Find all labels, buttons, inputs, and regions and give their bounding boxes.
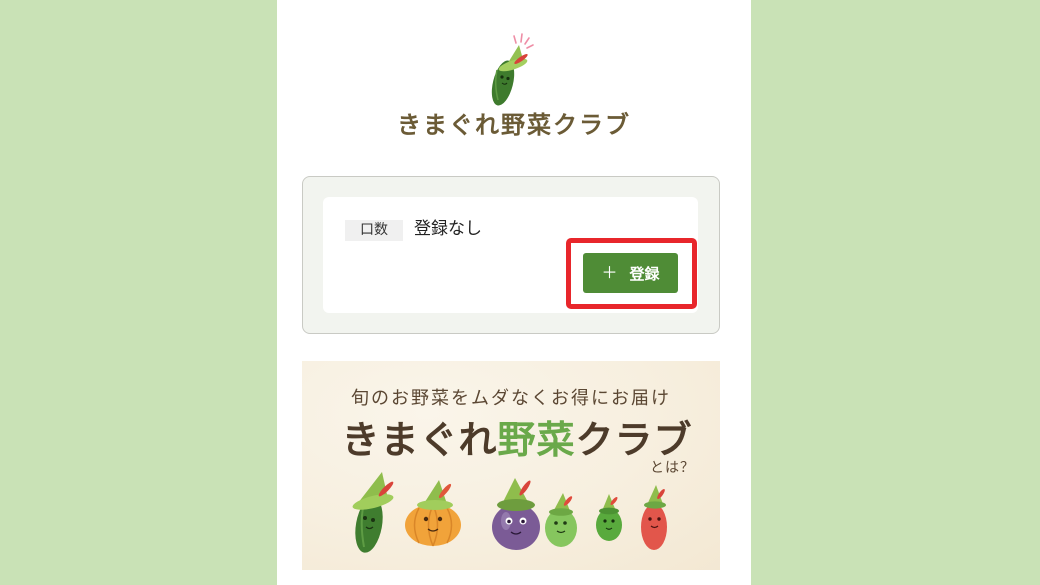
pumpkin-body [405,504,461,546]
eggplant-left-pupil [507,519,511,524]
register-button-label: 登録 [629,264,660,283]
sparkle-line [526,44,534,49]
small-pepper-hat-brim [599,507,619,515]
sparkle-lines [513,33,534,49]
banner-tagline: 旬のお野菜をムダなくお得にお届け [351,388,671,409]
plus-icon: ＋ [601,263,618,282]
red-pepper-right-eye [657,517,661,521]
register-button[interactable]: ＋ 登録 [583,253,678,293]
cucumber-left-eye [363,516,367,520]
eggplant-hat-brim [497,499,535,511]
pumpkin-hat-brim [417,500,453,510]
site-logo-link[interactable]: きまぐれ野菜クラブ [277,28,751,144]
banner-title-part: クラブ [575,418,693,462]
eggplant-right-pupil [521,519,525,524]
subscription-card-body: 口数 登録なし ＋ 登録 [323,197,698,313]
cucumber-right-eye [371,518,375,522]
red-pepper-hat-brim [644,501,666,509]
about-banner[interactable]: 旬のお野菜をムダなくお得にお届け きまぐれ野菜クラブ とは？ [302,361,720,570]
brand-name: きまぐれ野菜クラブ [397,111,631,139]
pumpkin-left-eye [423,516,429,522]
page: きまぐれ野菜クラブ 口数 登録なし ＋ 登録 旬のお野菜をムダなくお得にお届け … [0,0,1040,585]
cucumber-mascot-icon [491,33,534,106]
left-eye [500,75,504,79]
banner-title-suffix: とは？ [650,460,695,476]
small-pepper-left-eye [603,519,607,523]
right-eye [506,76,510,81]
subscription-card: 口数 登録なし ＋ 登録 [302,176,720,334]
sparkle-line [513,35,517,44]
cucumber-character-icon [352,472,394,553]
green-pepper-hat-brim [549,508,573,516]
quantity-value: 登録なし [414,219,482,239]
green-pepper-left-eye [554,521,558,525]
sparkle-line [520,33,523,43]
pumpkin-right-eye [437,516,443,522]
small-green-pepper-character-icon [596,494,622,541]
red-pepper-character-icon [641,485,667,550]
banner-title-part: きまぐれ [341,418,498,462]
green-pepper-character-icon [545,493,577,547]
content-column: きまぐれ野菜クラブ 口数 登録なし ＋ 登録 旬のお野菜をムダなくお得にお届け … [277,0,751,585]
banner-title-part: 野菜 [497,418,576,462]
red-pepper-left-eye [648,517,652,521]
sparkle-line [524,37,530,45]
quantity-label: 口数 [345,220,403,241]
green-pepper-right-eye [563,521,567,525]
pumpkin-character-icon [405,480,461,547]
small-pepper-right-eye [611,519,615,523]
eggplant-character-icon [492,478,540,550]
